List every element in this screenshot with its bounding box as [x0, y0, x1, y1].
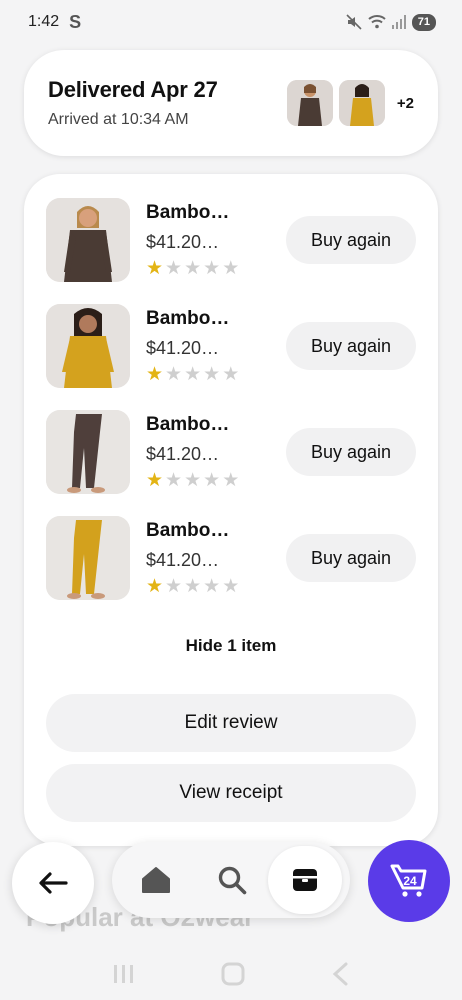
product-price: $41.20…: [146, 338, 220, 358]
star-icon[interactable]: ★: [184, 259, 201, 278]
product-name: Bambo…: [146, 202, 230, 223]
star-icon[interactable]: ★: [165, 577, 182, 596]
arrow-left-icon: [39, 872, 68, 894]
star-rating[interactable]: ★ ★ ★ ★ ★: [146, 259, 286, 278]
star-rating[interactable]: ★ ★ ★ ★ ★: [146, 471, 286, 490]
delivery-time: Arrived at 10:34 AM: [48, 111, 189, 128]
product-price: $41.20…: [146, 444, 220, 464]
app-notification-icon: S: [69, 11, 82, 32]
buy-again-button[interactable]: Buy again: [286, 534, 416, 582]
product-thumbnail: [286, 80, 333, 126]
star-icon[interactable]: ★: [165, 259, 182, 278]
edit-review-button[interactable]: Edit review: [46, 694, 416, 752]
star-icon[interactable]: ★: [146, 259, 163, 278]
product-price: $41.20…: [146, 232, 220, 252]
battery-indicator: 71: [411, 13, 436, 31]
buy-again-button[interactable]: Buy again: [286, 428, 416, 476]
star-icon[interactable]: ★: [203, 259, 220, 278]
product-image: [46, 410, 130, 494]
nav-orders[interactable]: [268, 846, 342, 914]
system-navigation-bar: [0, 948, 462, 1000]
product-name: Bambo…: [146, 414, 230, 435]
mute-icon: [346, 14, 362, 30]
product-name: Bambo…: [146, 520, 230, 541]
star-icon[interactable]: ★: [203, 365, 220, 384]
cart-count-badge: 24: [403, 874, 417, 888]
list-item[interactable]: Bambo… $41.20… ★ ★ ★ ★ ★ Buy again: [46, 516, 416, 600]
star-icon[interactable]: ★: [146, 365, 163, 384]
box-icon: [293, 869, 317, 891]
back-button[interactable]: [12, 842, 94, 924]
view-receipt-button[interactable]: View receipt: [46, 764, 416, 822]
star-icon[interactable]: ★: [222, 577, 239, 596]
cart-button[interactable]: 24: [368, 840, 450, 922]
star-icon[interactable]: ★: [184, 471, 201, 490]
star-icon[interactable]: ★: [165, 365, 182, 384]
buy-again-button[interactable]: Buy again: [286, 322, 416, 370]
star-icon[interactable]: ★: [184, 365, 201, 384]
search-icon: [218, 866, 247, 895]
more-items-count: +2: [396, 94, 414, 112]
star-icon[interactable]: ★: [146, 471, 163, 490]
status-bar: 1:42 S 71: [0, 0, 462, 44]
nav-home[interactable]: [126, 842, 186, 918]
star-icon[interactable]: ★: [203, 471, 220, 490]
list-item[interactable]: Bambo… $41.20… ★ ★ ★ ★ ★ Buy again: [46, 198, 416, 282]
order-items-card: Bambo… $41.20… ★ ★ ★ ★ ★ Buy again Bambo… $4…: [24, 174, 438, 846]
star-icon[interactable]: ★: [203, 577, 220, 596]
delivery-summary-card[interactable]: Delivered Apr 27 Arrived at 10:34 AM +2: [24, 50, 438, 156]
back-system-icon[interactable]: [330, 961, 350, 987]
star-icon[interactable]: ★: [165, 471, 182, 490]
nav-search[interactable]: [202, 842, 262, 918]
wifi-icon: [368, 15, 386, 29]
list-item[interactable]: Bambo… $41.20… ★ ★ ★ ★ ★ Buy again: [46, 410, 416, 494]
product-image: [46, 516, 130, 600]
star-icon[interactable]: ★: [222, 365, 239, 384]
buy-again-button[interactable]: Buy again: [286, 216, 416, 264]
product-price: $41.20…: [146, 550, 220, 570]
star-icon[interactable]: ★: [146, 577, 163, 596]
signal-icon: [391, 15, 406, 29]
star-icon[interactable]: ★: [184, 577, 201, 596]
star-rating[interactable]: ★ ★ ★ ★ ★: [146, 577, 286, 596]
delivery-title: Delivered Apr 27: [48, 77, 218, 102]
product-thumbnail: [338, 80, 385, 126]
product-name: Bambo…: [146, 308, 230, 329]
recent-apps-icon[interactable]: [112, 963, 136, 985]
star-rating[interactable]: ★ ★ ★ ★ ★: [146, 365, 286, 384]
hide-items-link[interactable]: Hide 1 item: [24, 636, 438, 656]
status-time: 1:42: [28, 13, 60, 30]
star-icon[interactable]: ★: [222, 259, 239, 278]
bottom-nav: [112, 842, 350, 918]
product-image: [46, 304, 130, 388]
home-system-icon[interactable]: [220, 961, 246, 987]
home-icon: [142, 867, 170, 893]
list-item[interactable]: Bambo… $41.20… ★ ★ ★ ★ ★ Buy again: [46, 304, 416, 388]
star-icon[interactable]: ★: [222, 471, 239, 490]
product-image: [46, 198, 130, 282]
